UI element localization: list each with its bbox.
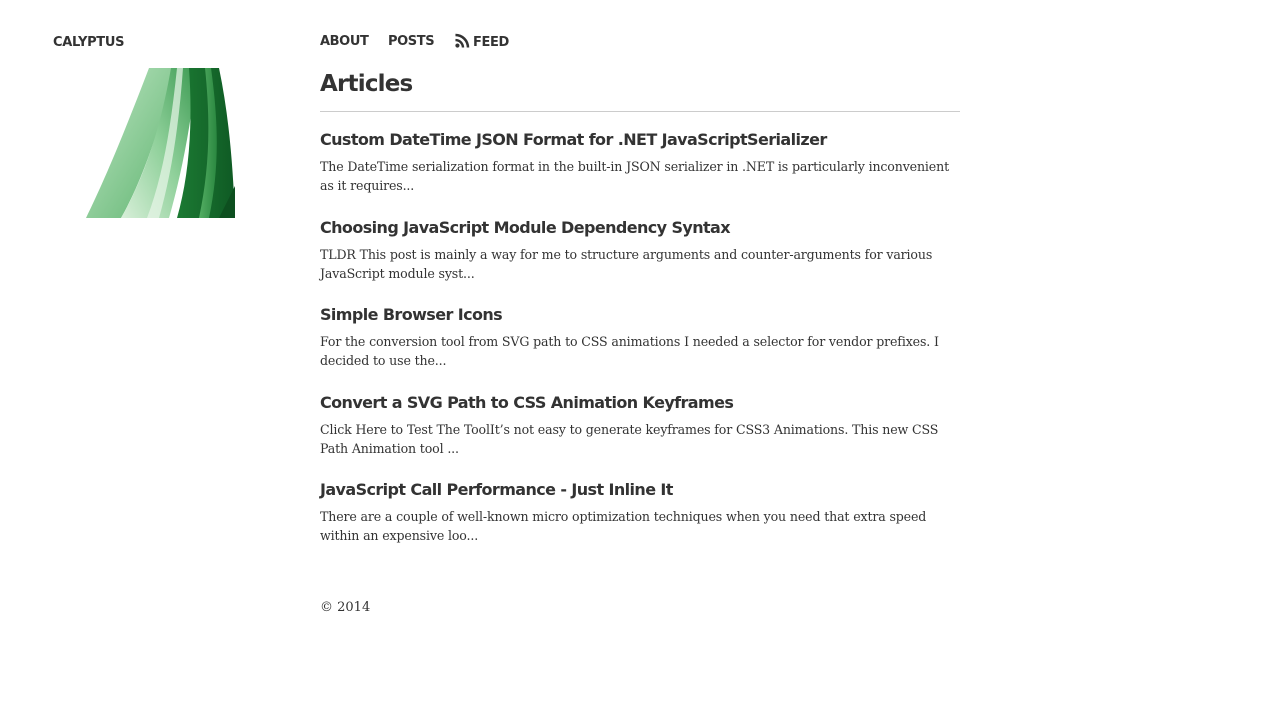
post-excerpt-text: TLDR This post is mainly a way for me to… bbox=[320, 246, 933, 262]
post-read-more-link[interactable]: an expensive loo... bbox=[363, 528, 478, 543]
post-read-more-link[interactable]: decided to use the... bbox=[320, 353, 446, 368]
post-excerpt: There are a couple of well-known micro o… bbox=[320, 507, 960, 545]
page: CALYPTUS ABOUT POSTS FEED Articles Custo… bbox=[0, 0, 1280, 720]
footer-copyright: © 2014 bbox=[320, 600, 371, 615]
post-item: Choosing JavaScript Module Dependency Sy… bbox=[320, 216, 960, 304]
post-item: Simple Browser Icons For the conversion … bbox=[320, 303, 960, 391]
post-title-link[interactable]: Custom DateTime JSON Format for .NET Jav… bbox=[320, 128, 827, 152]
nav-feed-label: FEED bbox=[473, 35, 509, 50]
post-item: Custom DateTime JSON Format for .NET Jav… bbox=[320, 128, 960, 216]
nav-link-feed[interactable]: FEED bbox=[455, 33, 509, 52]
post-excerpt: TLDR This post is mainly a way for me to… bbox=[320, 245, 960, 283]
post-title-link[interactable]: Simple Browser Icons bbox=[320, 303, 503, 327]
post-excerpt: For the conversion tool from SVG path to… bbox=[320, 332, 960, 370]
post-title-link[interactable]: JavaScript Call Performance - Just Inlin… bbox=[320, 478, 673, 502]
sidebar-panel bbox=[0, 285, 268, 652]
rss-icon bbox=[455, 33, 470, 48]
site-logo[interactable] bbox=[59, 66, 243, 244]
post-read-more-link[interactable]: Animation tool ... bbox=[352, 441, 459, 456]
nav-link-about[interactable]: ABOUT bbox=[320, 33, 369, 51]
post-read-more-link[interactable]: JavaScript module syst... bbox=[320, 266, 475, 281]
post-item: Convert a SVG Path to CSS Animation Keyf… bbox=[320, 391, 960, 479]
site-title-link[interactable]: CALYPTUS bbox=[53, 34, 125, 52]
post-excerpt-text: The DateTime serialization format in the… bbox=[320, 159, 949, 193]
post-item: JavaScript Call Performance - Just Inlin… bbox=[320, 478, 960, 566]
post-title-link[interactable]: Choosing JavaScript Module Dependency Sy… bbox=[320, 216, 731, 240]
title-divider bbox=[320, 111, 960, 112]
post-title-link[interactable]: Convert a SVG Path to CSS Animation Keyf… bbox=[320, 391, 734, 415]
nav-link-posts[interactable]: POSTS bbox=[388, 33, 435, 51]
post-excerpt: The DateTime serialization format in the… bbox=[320, 157, 960, 195]
leaf-logo-image bbox=[86, 68, 235, 218]
post-read-more-link[interactable]: it requires... bbox=[338, 178, 415, 193]
post-excerpt: Click Here to Test The ToolIt’s not easy… bbox=[320, 420, 960, 458]
post-excerpt-text: For the conversion tool from SVG path to… bbox=[320, 334, 939, 349]
post-list: Custom DateTime JSON Format for .NET Jav… bbox=[320, 128, 960, 566]
page-title: Articles bbox=[320, 71, 413, 97]
